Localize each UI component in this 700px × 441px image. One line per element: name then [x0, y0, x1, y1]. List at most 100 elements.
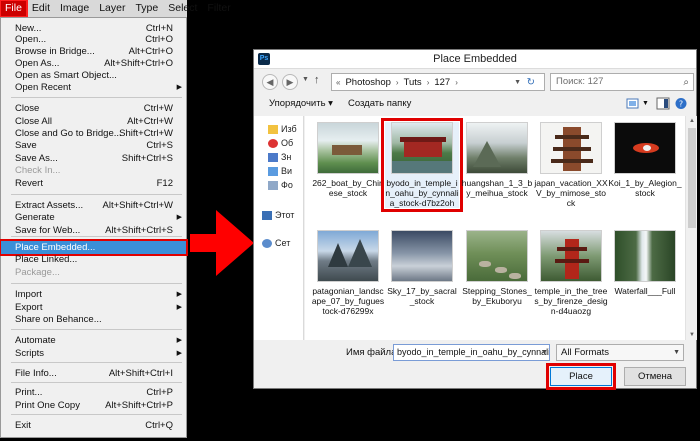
- menu-item-label: Package...: [15, 267, 60, 278]
- menu-item-file-info[interactable]: File Info... Alt+Shift+Ctrl+I: [1, 367, 186, 380]
- menu-item-label: Save for Web...: [15, 225, 81, 236]
- menu-item-print-one-copy[interactable]: Print One Copy Alt+Shift+Ctrl+P: [1, 399, 186, 412]
- file-item[interactable]: huangshan_1_3_by_meihua_stock: [460, 122, 534, 198]
- menubar-item-file[interactable]: File: [0, 0, 28, 18]
- nav-item-this-pc[interactable]: Этот: [262, 210, 294, 221]
- menu-item-check-in: Check In...: [1, 164, 186, 177]
- nav-item-recent[interactable]: Фо: [268, 180, 293, 191]
- file-item[interactable]: Koi_1_by_Alegion_stock: [608, 122, 682, 198]
- breadcrumb-overflow-icon[interactable]: «: [336, 78, 340, 87]
- file-name: byodo_in_temple_in_oahu_by_cynnalia_stoc…: [385, 178, 459, 208]
- menu-item-label: Open...: [15, 34, 47, 45]
- help-icon[interactable]: ?: [674, 97, 688, 110]
- search-icon[interactable]: ⌕: [683, 75, 689, 91]
- file-menu: New... Ctrl+N Open... Ctrl+O Browse in Bridg…: [0, 17, 188, 438]
- menu-item-label: Check In...: [15, 165, 61, 176]
- nav-item-network[interactable]: Сет: [262, 238, 290, 249]
- menubar-item-type[interactable]: Type: [130, 0, 163, 17]
- scroll-up-icon[interactable]: ▲: [686, 116, 698, 126]
- menu-item-shortcut: Ctrl+W: [143, 103, 173, 114]
- menu-item-share-on-behance[interactable]: Share on Behance...: [1, 313, 186, 326]
- menu-item-print[interactable]: Print... Ctrl+P: [1, 386, 186, 399]
- breadcrumb[interactable]: « Photoshop › Tuts › 127 › ▼ ↻: [331, 73, 545, 91]
- file-list: 262_boat_by_Chinese_stock byodo_in_temple…: [305, 116, 685, 340]
- dialog-footer: Имя файла: byodo_in_temple_in_oahu_by_cy…: [254, 340, 696, 390]
- menu-item-shortcut: F12: [156, 178, 173, 189]
- menu-item-save[interactable]: Save Ctrl+S: [1, 139, 186, 152]
- new-folder-button[interactable]: Создать папку: [348, 98, 411, 109]
- menu-item-place-linked[interactable]: Place Linked...: [1, 253, 186, 266]
- file-thumbnail: [540, 230, 602, 282]
- menu-item-scripts[interactable]: Scripts ▶: [1, 347, 186, 360]
- menubar-item-edit[interactable]: Edit: [27, 0, 55, 17]
- menu-item-revert[interactable]: Revert F12: [1, 177, 186, 190]
- nav-item-cloud[interactable]: Об: [268, 138, 293, 149]
- menu-separator: [11, 283, 182, 284]
- nav-item-label: Зн: [281, 152, 292, 162]
- menubar-item-layer[interactable]: Layer: [94, 0, 130, 17]
- file-item[interactable]: byodo_in_temple_in_oahu_by_cynnalia_stoc…: [381, 118, 463, 212]
- file-name: Koi_1_by_Alegion_stock: [608, 178, 682, 198]
- breadcrumb-item[interactable]: Tuts: [404, 77, 422, 88]
- filename-input[interactable]: byodo_in_temple_in_oahu_by_cynnalia: [393, 344, 550, 361]
- breadcrumb-item[interactable]: 127: [434, 77, 450, 88]
- filename-dropdown-icon[interactable]: ▼: [539, 344, 550, 361]
- cancel-button[interactable]: Отмена: [624, 367, 686, 386]
- file-name: japan_vacation_XXV_by_mimose_stock: [534, 178, 608, 208]
- menu-item-label: Open Recent: [15, 82, 71, 93]
- menu-item-label: Share on Behance...: [15, 314, 102, 325]
- menubar-item-select[interactable]: Select: [163, 0, 202, 17]
- menu-item-shortcut: Alt+Shift+Ctrl+P: [105, 400, 173, 411]
- file-item[interactable]: temple_in_the_trees_by_firenze_design-d4…: [534, 230, 608, 316]
- menu-item-exit[interactable]: Exit Ctrl+Q: [1, 419, 186, 432]
- preview-pane-icon[interactable]: [656, 97, 670, 110]
- search-placeholder: Поиск: 127: [556, 76, 604, 87]
- nav-item-desktop[interactable]: Ви: [268, 166, 292, 177]
- breadcrumb-item[interactable]: Photoshop: [345, 77, 390, 88]
- forward-icon[interactable]: ▶: [282, 74, 298, 90]
- file-item[interactable]: Sky_17_by_sacral_stock: [385, 230, 459, 306]
- nav-item-favorites[interactable]: Изб: [268, 124, 297, 135]
- submenu-arrow-icon: ▶: [176, 291, 182, 298]
- path-dropdown-icon[interactable]: ▼: [514, 79, 521, 86]
- menu-item-label: Save: [15, 140, 37, 151]
- menu-item-open-recent[interactable]: Open Recent ▶: [1, 81, 186, 94]
- menu-item-label: Print...: [15, 387, 43, 398]
- file-thumbnail: [466, 122, 528, 174]
- menu-item-label: Generate: [15, 212, 55, 223]
- file-item[interactable]: Stepping_Stones_by_Ekuboryu: [460, 230, 534, 306]
- menu-item-generate[interactable]: Generate ▶: [1, 211, 186, 224]
- search-input[interactable]: Поиск: 127 ⌕: [550, 73, 694, 91]
- format-select[interactable]: All Formats ▼: [556, 344, 684, 361]
- back-icon[interactable]: ◀: [262, 74, 278, 90]
- refresh-icon[interactable]: ↻: [527, 77, 535, 88]
- nav-item-label: Фо: [281, 180, 293, 190]
- file-item[interactable]: 262_boat_by_Chinese_stock: [311, 122, 385, 198]
- recent-locations-icon[interactable]: ▼: [302, 76, 309, 83]
- submenu-arrow-icon: ▶: [176, 337, 182, 344]
- view-dropdown-icon[interactable]: ▼: [642, 100, 649, 107]
- place-button[interactable]: Place: [546, 363, 616, 390]
- up-folder-icon[interactable]: ↑: [314, 74, 320, 86]
- view-options-icon[interactable]: [626, 97, 640, 110]
- place-embedded-dialog: Ps Place Embedded ◀ ▶ ▼ ↑ « Photoshop › …: [253, 49, 697, 390]
- menu-separator: [11, 382, 182, 383]
- menubar-item-filter[interactable]: Filter: [202, 0, 235, 17]
- file-item[interactable]: patagonian_landscape_07_by_fuguestock-d7…: [311, 230, 385, 316]
- vertical-scrollbar[interactable]: ▲ ▼: [685, 116, 697, 340]
- menu-separator: [11, 194, 182, 195]
- nav-item-downloads[interactable]: Зн: [268, 152, 292, 163]
- menu-item-label: File Info...: [15, 368, 57, 379]
- organize-button[interactable]: Упорядочить ▾: [269, 98, 333, 109]
- file-thumbnail: [317, 230, 379, 282]
- menu-item-automate[interactable]: Automate ▶: [1, 334, 186, 347]
- title-bar: Ps Place Embedded: [254, 50, 696, 69]
- file-item[interactable]: japan_vacation_XXV_by_mimose_stock: [534, 122, 608, 208]
- menubar-item-image[interactable]: Image: [55, 0, 94, 17]
- menu-item-close[interactable]: Close Ctrl+W: [1, 102, 186, 115]
- file-thumbnail: [614, 122, 676, 174]
- scroll-down-icon[interactable]: ▼: [686, 330, 698, 340]
- scrollbar-thumb[interactable]: [688, 128, 696, 228]
- menu-item-import[interactable]: Import ▶: [1, 288, 186, 301]
- file-item[interactable]: Waterfall___Full: [608, 230, 682, 296]
